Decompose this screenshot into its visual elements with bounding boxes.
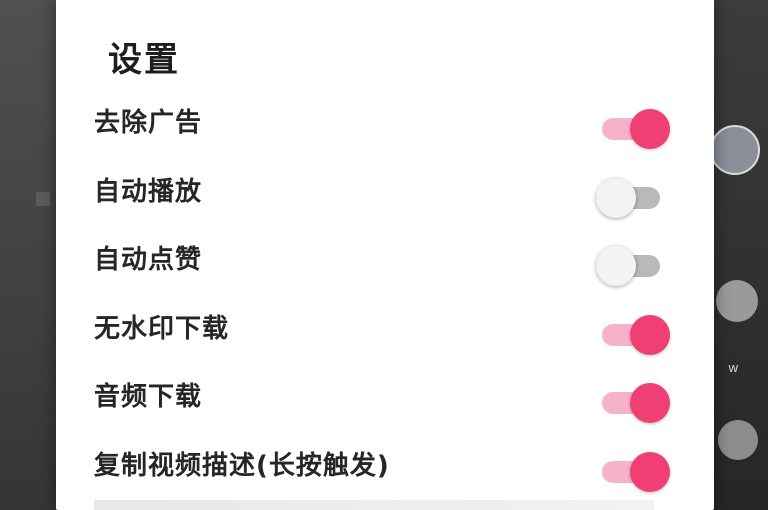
settings-dialog: 设置 去除广告 自动播放 自动点赞 无水印下载 音频下载 复制视频描述(长按触发… <box>56 0 714 510</box>
like-icon <box>716 280 758 322</box>
setting-label: 自动点赞 <box>94 245 203 275</box>
setting-label: 音频下载 <box>94 382 203 412</box>
setting-row-no-watermark-download: 无水印下载 <box>56 294 714 363</box>
settings-list: 去除广告 自动播放 自动点赞 无水印下载 音频下载 复制视频描述(长按触发) <box>56 88 714 499</box>
toggle-thumb <box>596 246 636 286</box>
auto-like-toggle[interactable] <box>596 245 672 287</box>
setting-label: 自动播放 <box>94 176 203 207</box>
toggle-thumb <box>630 383 670 423</box>
setting-row-copy-description: 复制视频描述(长按触发) <box>56 431 714 500</box>
setting-row-remove-ads: 去除广告 <box>56 88 714 157</box>
next-setting-row-partial <box>94 500 654 510</box>
background-side-label: w <box>728 360 738 375</box>
avatar-icon <box>710 125 760 175</box>
toggle-thumb <box>630 451 670 492</box>
remove-ads-toggle[interactable] <box>596 108 672 150</box>
setting-label: 复制视频描述(长按触发) <box>94 450 390 481</box>
setting-row-autoplay: 自动播放 <box>56 157 714 226</box>
autoplay-toggle[interactable] <box>596 177 672 219</box>
dialog-title: 设置 <box>108 40 180 80</box>
setting-label: 无水印下载 <box>94 313 230 344</box>
setting-row-audio-download: 音频下载 <box>56 362 714 431</box>
comment-icon <box>718 420 758 460</box>
background-left-area <box>0 0 56 510</box>
no-watermark-download-toggle[interactable] <box>596 314 672 356</box>
background-left-icon <box>36 192 50 206</box>
audio-download-toggle[interactable] <box>596 382 672 424</box>
copy-description-toggle[interactable] <box>596 451 672 493</box>
toggle-thumb <box>596 177 636 218</box>
toggle-thumb <box>630 109 670 149</box>
setting-row-auto-like: 自动点赞 <box>56 225 714 294</box>
setting-label: 去除广告 <box>94 108 203 138</box>
toggle-thumb <box>630 314 670 355</box>
